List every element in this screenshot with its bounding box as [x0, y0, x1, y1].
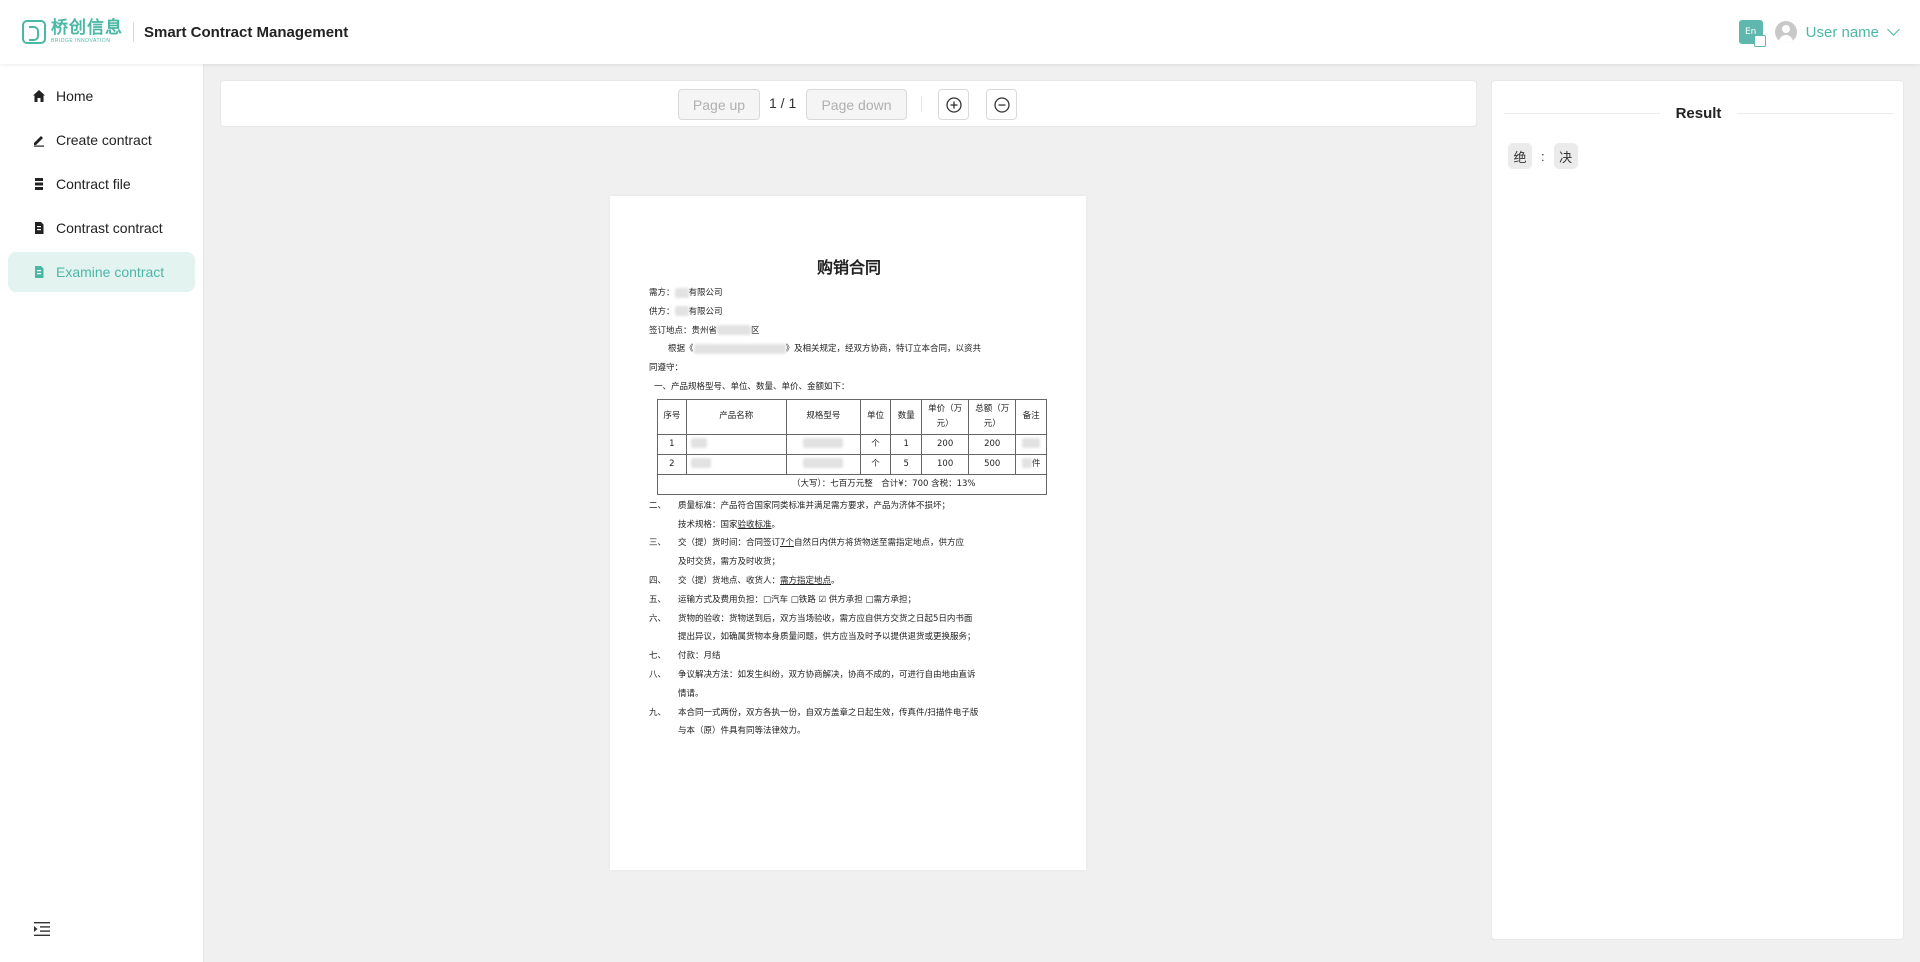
doc-clause-line: 情请。 [678, 688, 704, 699]
doc-clause-line: 技术规格：国家验收标准。 [678, 519, 781, 530]
sidebar-item-contrast-contract[interactable]: Contrast contract [8, 208, 195, 248]
logo-english-text: BRIDGE INNOVATION [51, 38, 111, 44]
doc-clause-line: 五、 运输方式及费用负担：□汽车 □铁路 ☑ 供方承担 □需方承担； [649, 594, 917, 605]
compare-doc-icon [32, 221, 46, 235]
zoom-in-button[interactable] [938, 89, 969, 120]
sidebar-item-contract-file[interactable]: Contract file [8, 164, 195, 204]
doc-clause-line: 六、 货物的验收：货物送到后，双方当场验收，需方应自供方交货之日起5日内书面 [649, 613, 973, 624]
doc-clause-line: 及时交货，需方及时收货； [678, 557, 781, 568]
product-table: 序号 产品名称 规格型号 单位 数量 单价（万元） 总额（万元） 备注 1 个 … [657, 398, 1047, 495]
result-header: Result [1504, 103, 1893, 123]
logo-chinese-text: 桥创信息 [51, 18, 123, 38]
sidebar-item-home[interactable]: Home [8, 76, 195, 116]
sidebar-item-label: Home [56, 88, 94, 104]
zoom-out-button[interactable] [986, 89, 1017, 120]
header-divider [133, 22, 134, 42]
table-header-row: 序号 产品名称 规格型号 单位 数量 单价（万元） 总额（万元） 备注 [657, 398, 1047, 435]
user-name[interactable]: User name [1806, 24, 1879, 41]
doc-clause-line: 三、 交（提）货时间：合同签订7个自然日内供方将货物送至需指定地点，供方应 [649, 538, 964, 549]
edit-icon [32, 133, 46, 147]
document-title: 购销合同 [816, 258, 881, 277]
doc-clause-line: 七、 付款：月结 [649, 651, 721, 662]
sidebar-item-examine-contract[interactable]: Examine contract [8, 252, 195, 292]
toolbar-divider [921, 97, 922, 111]
doc-line: 签订地点：贵州省区 [649, 325, 760, 336]
zoom-in-icon [945, 96, 962, 113]
doc-line: 同遵守： [649, 363, 684, 374]
doc-line: 一、产品规格型号、单位、数量、单价、金额如下： [654, 381, 850, 392]
result-panel: Result 绝 : 决 [1491, 80, 1904, 940]
document-toolbar: Page up 1 / 1 Page down [220, 80, 1477, 127]
table-total-row: （大写）：七百万元整 合计¥：700 含税：13% [657, 473, 1047, 495]
sidebar-nav: Home Create contract Contract file Contr… [0, 64, 203, 292]
page-up-button[interactable]: Page up [678, 89, 760, 120]
file-list-icon [32, 177, 46, 191]
doc-line: 需方： 有限公司 [649, 287, 723, 298]
clauses: 二、 质量标准：产品符合国家同类标准并满足需方要求，产品为济体不损坏； 技术规格：国… [649, 497, 1049, 741]
table-row: 2 个 5 100 500 件 [657, 453, 1047, 475]
doc-line: 根据《 》及相关规定，经双方协商，特订立本合同，以资共 [668, 343, 982, 355]
doc-line: 供方： 有限公司 [649, 306, 723, 317]
page-scrollbar[interactable] [1912, 64, 1920, 962]
result-chips: 绝 : 决 [1508, 143, 1578, 169]
document-content: 购销合同 需方： 有限公司 供方： 有限公司 签订地点：贵州省区 根据《 》及相关规定… [649, 254, 1049, 741]
sidebar: Home Create contract Contract file Contr… [0, 64, 204, 962]
brand-logo[interactable]: 桥创信息 BRIDGE INNOVATION [22, 18, 123, 46]
doc-clause-line: 八、 争议解决方法：如发生纠纷，双方协商解决，协商不成的，可进行自由地由直诉 [649, 669, 976, 680]
doc-clause-line: 与本（原）件具有同等法律效力。 [678, 726, 806, 737]
sidebar-item-label: Contract file [56, 176, 131, 192]
examine-doc-icon [32, 265, 46, 279]
user-avatar-icon[interactable] [1774, 21, 1797, 43]
doc-clause-line: 四、 交（提）货地点、收货人：需方指定地点。 [649, 575, 840, 586]
menu-collapse-icon[interactable] [34, 922, 50, 936]
result-chip[interactable]: 绝 [1508, 143, 1532, 169]
home-icon [32, 89, 46, 103]
app-header: 桥创信息 BRIDGE INNOVATION Smart Contract Ma… [0, 0, 1920, 64]
sidebar-item-label: Contrast contract [56, 220, 163, 236]
table-row: 1 个 1 200 200 [657, 433, 1047, 455]
sidebar-item-label: Examine contract [56, 264, 165, 280]
result-separator: : [1541, 148, 1545, 164]
zoom-out-icon [993, 96, 1010, 113]
sidebar-item-label: Create contract [56, 132, 152, 148]
result-title: Result [1675, 104, 1722, 122]
page-down-button[interactable]: Page down [806, 89, 907, 120]
logo-mark-icon [22, 20, 46, 44]
document-page: 购销合同 需方： 有限公司 供方： 有限公司 签订地点：贵州省区 根据《 》及相关规定… [610, 196, 1086, 870]
chevron-down-icon[interactable] [1887, 23, 1900, 36]
result-chip[interactable]: 决 [1553, 143, 1578, 169]
page-indicator: 1 / 1 [769, 95, 797, 111]
translate-icon[interactable]: En [1738, 20, 1766, 47]
doc-clause-line: 九、 本合同一式两份，双方各执一份，自双方盖章之日起生效，传真件/扫描件电子版 [649, 707, 979, 718]
doc-clause-line: 提出异议，如确属货物本身质量问题，供方应当及时予以提供退货或更换服务； [678, 632, 976, 643]
sidebar-item-create-contract[interactable]: Create contract [8, 120, 195, 160]
app-title: Smart Contract Management [144, 23, 349, 41]
doc-clause-line: 二、 质量标准：产品符合国家同类标准并满足需方要求，产品为济体不损坏； [649, 500, 951, 511]
